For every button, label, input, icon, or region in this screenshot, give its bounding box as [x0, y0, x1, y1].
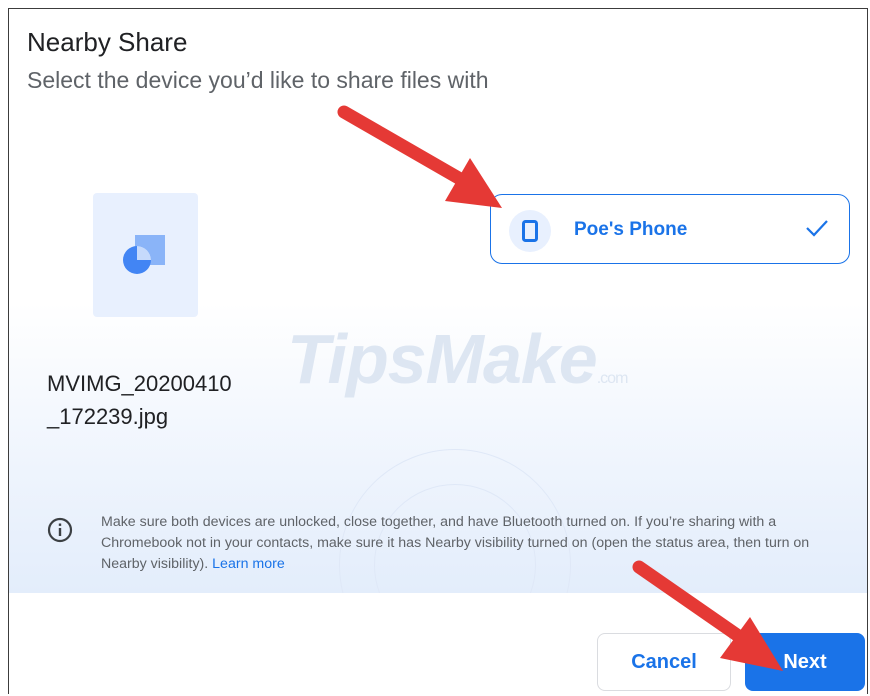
- image-file-icon: [123, 235, 165, 274]
- dialog-title: Nearby Share: [27, 27, 188, 57]
- info-icon: [47, 517, 73, 543]
- watermark-suffix: .com: [596, 370, 629, 387]
- file-name-line2: _172239.jpg: [47, 404, 169, 429]
- learn-more-link[interactable]: Learn more: [212, 556, 285, 572]
- annotation-arrow-device: [337, 105, 502, 208]
- watermark-text: TipsMake: [287, 320, 598, 398]
- file-name: MVIMG_20200410 _172239.jpg: [47, 367, 267, 433]
- annotation-arrow-next: [632, 560, 783, 671]
- dialog-subtitle: Select the device you’d like to share fi…: [27, 67, 489, 93]
- check-icon: [806, 220, 828, 237]
- phone-icon: [522, 220, 538, 242]
- file-thumbnail: [93, 193, 198, 317]
- device-item-poes-phone[interactable]: Poe's Phone: [490, 194, 850, 264]
- watermark-logo: TipsMake.com: [287, 319, 629, 399]
- file-name-line1: MVIMG_20200410: [47, 371, 232, 396]
- device-name: Poe's Phone: [574, 219, 688, 240]
